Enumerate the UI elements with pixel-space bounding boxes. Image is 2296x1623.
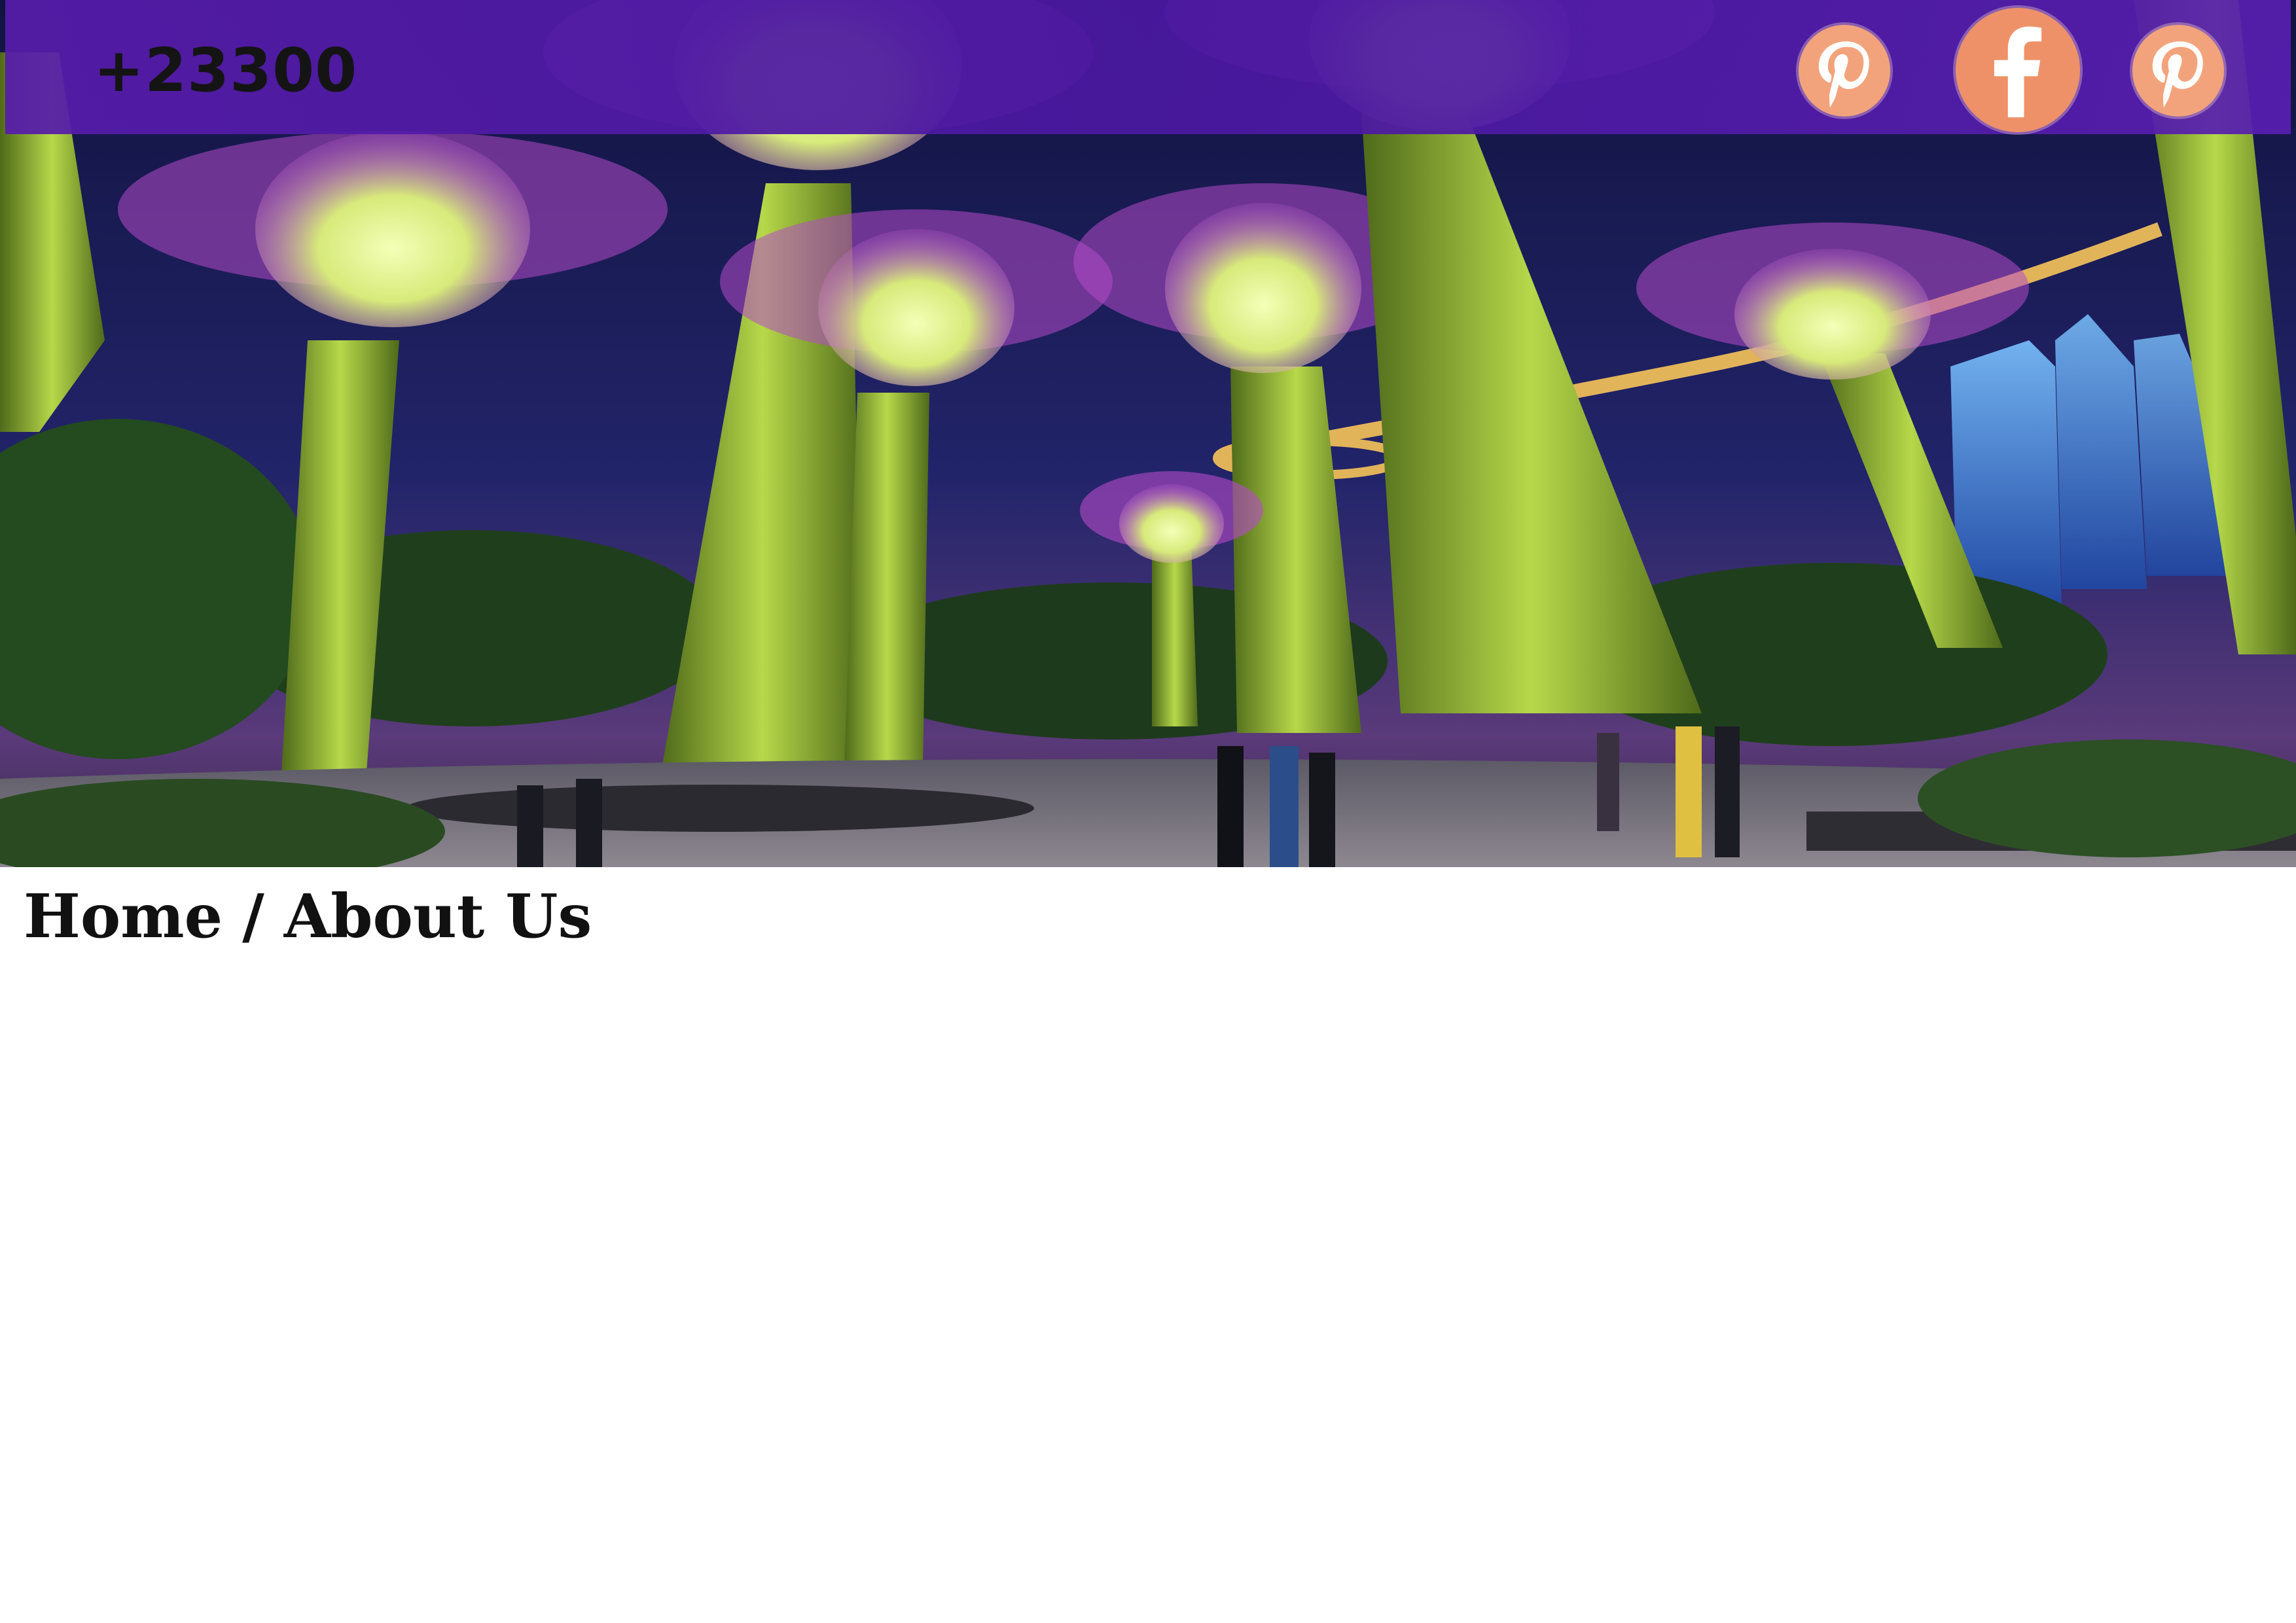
facebook-link[interactable] [1956, 8, 2080, 132]
breadcrumb: Home / About Us [24, 880, 592, 952]
pinterest-icon [2152, 41, 2203, 107]
breadcrumb-current-page: About Us [283, 881, 592, 952]
header-bar: +23300 [5, 0, 2291, 134]
breadcrumb-separator: / [242, 881, 264, 952]
page: +23300 Home / About Us [0, 0, 2296, 1623]
pinterest-link[interactable] [2132, 25, 2224, 116]
hero-banner: +23300 [0, 0, 2296, 867]
pinterest-link[interactable] [1799, 25, 1890, 116]
phone-number: +23300 [94, 35, 358, 105]
facebook-icon [1994, 26, 2042, 118]
pinterest-icon [1818, 41, 1869, 107]
breadcrumb-home-link[interactable]: Home [24, 881, 223, 952]
